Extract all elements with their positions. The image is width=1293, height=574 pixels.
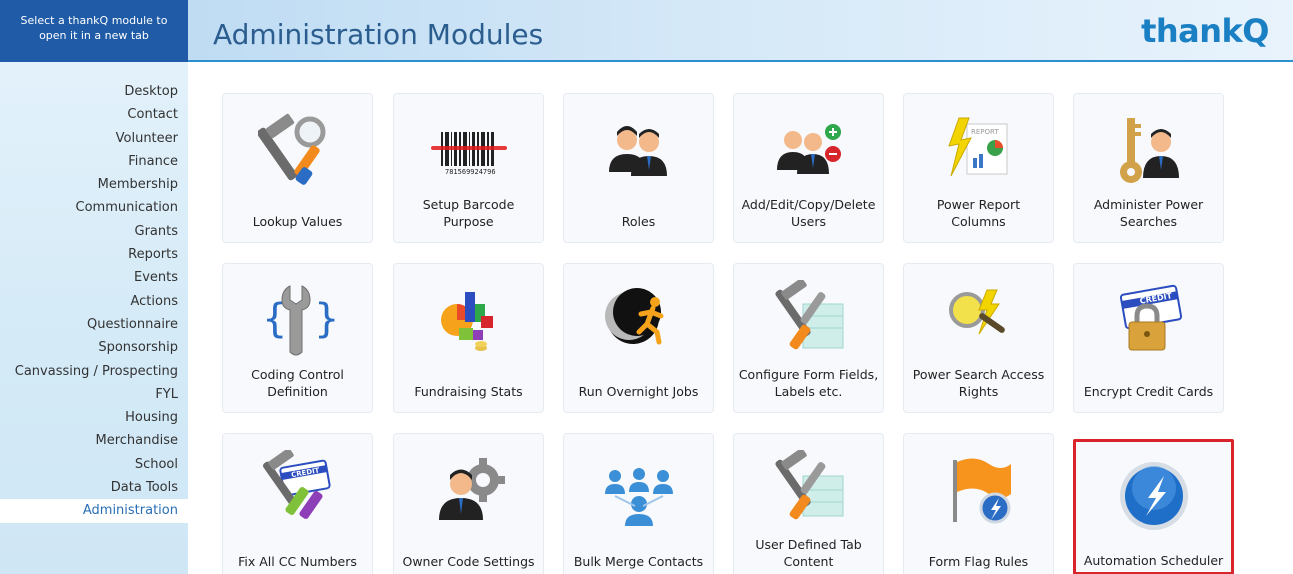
sidebar-item-events[interactable]: Events [0, 266, 188, 289]
sidebar-item-finance[interactable]: Finance [0, 150, 188, 173]
sidebar-item-fyl[interactable]: FYL [0, 383, 188, 406]
credit-card-tools-icon: CREDIT [262, 450, 331, 519]
tile-label: Lookup Values [252, 214, 343, 229]
search-key-icon [949, 289, 1005, 335]
tools-tab-icon [775, 450, 844, 520]
barcode-number: 781569924796 [445, 168, 496, 176]
tile-user-defined-tab-content[interactable]: User Defined Tab Content [733, 433, 884, 574]
tile-label: Form Flag Rules [928, 554, 1029, 569]
flag-scheduler-icon [953, 458, 1011, 524]
module-grid: Lookup Values 781569924796 Setup Barcode… [222, 93, 1234, 574]
users-add-remove-icon [777, 124, 841, 174]
moon-runner-icon [605, 288, 664, 345]
barcode-icon: 781569924796 [431, 132, 507, 176]
power-report-icon: REPORT [948, 117, 1008, 177]
people-icon [609, 126, 667, 176]
tools-form-icon [775, 280, 844, 350]
tile-label: Fix All CC Numbers [238, 554, 357, 569]
tile-add-edit-users[interactable]: Add/Edit/Copy/Delete Users [733, 93, 884, 243]
sidebar-item-reports[interactable]: Reports [0, 243, 188, 266]
tile-label: Power Search Access Rights [912, 367, 1045, 399]
tile-label: Fundraising Stats [414, 384, 523, 399]
lightning-orb-icon [1120, 462, 1188, 530]
tile-label: Run Overnight Jobs [578, 384, 699, 399]
tile-fundraising-stats[interactable]: Fundraising Stats [393, 263, 544, 413]
sidebar-list: Desktop Contact Volunteer Finance Member… [0, 80, 188, 523]
tile-bulk-merge-contacts[interactable]: Bulk Merge Contacts [563, 433, 714, 574]
tile-form-flag-rules[interactable]: Form Flag Rules [903, 433, 1054, 574]
tile-administer-power-searches[interactable]: Administer Power Searches [1073, 93, 1224, 243]
svg-text:}: } [314, 296, 338, 342]
sidebar-item-housing[interactable]: Housing [0, 406, 188, 429]
tile-roles[interactable]: Roles [563, 93, 714, 243]
sidebar-item-school[interactable]: School [0, 453, 188, 476]
user-gear-icon [439, 458, 505, 520]
report-text: REPORT [971, 128, 999, 136]
tile-label: Configure Form Fields, Labels etc. [738, 367, 879, 399]
tile-label: Encrypt Credit Cards [1083, 384, 1214, 399]
sidebar-header: Select a thankQ module to open it in a n… [0, 0, 188, 62]
sidebar-item-contact[interactable]: Contact [0, 103, 188, 126]
sidebar-item-sponsorship[interactable]: Sponsorship [0, 336, 188, 359]
tile-label: User Defined Tab Content [755, 537, 862, 569]
tile-fix-all-cc-numbers[interactable]: CREDIT Fix All CC Numbers [222, 433, 373, 574]
sidebar-item-data-tools[interactable]: Data Tools [0, 476, 188, 499]
tile-lookup-values[interactable]: Lookup Values [222, 93, 373, 243]
page-title: Administration Modules [213, 18, 544, 51]
credit-card-lock-icon: CREDIT [1119, 284, 1183, 351]
tile-power-report-columns[interactable]: REPORT Power Report Columns [903, 93, 1054, 243]
sidebar-item-desktop[interactable]: Desktop [0, 80, 188, 103]
sidebar-item-volunteer[interactable]: Volunteer [0, 127, 188, 150]
tile-label: Coding Control Definition [251, 367, 344, 399]
tile-label: Roles [621, 214, 656, 229]
sidebar-item-administration[interactable]: Administration [0, 499, 188, 523]
tile-label: Setup Barcode Purpose [422, 197, 515, 229]
hammer-screwdriver-magnifier-icon [258, 113, 326, 185]
merge-people-icon [605, 468, 673, 526]
page-header: Administration Modules thankQ [188, 0, 1293, 62]
sidebar-item-merchandise[interactable]: Merchandise [0, 429, 188, 452]
tile-encrypt-credit-cards[interactable]: CREDIT Encrypt Credit Cards [1073, 263, 1224, 413]
tile-configure-form-fields[interactable]: Configure Form Fields, Labels etc. [733, 263, 884, 413]
sidebar-item-questionnaire[interactable]: Questionnaire [0, 313, 188, 336]
sidebar-item-grants[interactable]: Grants [0, 220, 188, 243]
thankq-logo: thankQ [1141, 12, 1269, 50]
tile-automation-scheduler[interactable]: Automation Scheduler [1073, 439, 1234, 574]
tile-owner-code-settings[interactable]: Owner Code Settings [393, 433, 544, 574]
tile-label: Power Report Columns [936, 197, 1021, 229]
tile-label: Administer Power Searches [1093, 197, 1204, 229]
chart-cubes-icon [441, 292, 493, 351]
tile-label: Automation Scheduler [1083, 553, 1224, 568]
tile-run-overnight-jobs[interactable]: Run Overnight Jobs [563, 263, 714, 413]
tile-label: Bulk Merge Contacts [573, 554, 704, 569]
key-user-icon [1120, 118, 1179, 183]
sidebar-item-canvassing[interactable]: Canvassing / Prospecting [0, 360, 188, 383]
tile-label: Add/Edit/Copy/Delete Users [741, 197, 876, 229]
tile-label: Owner Code Settings [402, 554, 535, 569]
wrench-braces-icon: { } [262, 285, 338, 356]
sidebar-item-actions[interactable]: Actions [0, 290, 188, 313]
tile-coding-control-definition[interactable]: { } Coding Control Definition [222, 263, 373, 413]
sidebar-item-membership[interactable]: Membership [0, 173, 188, 196]
tile-setup-barcode-purpose[interactable]: 781569924796 Setup Barcode Purpose [393, 93, 544, 243]
module-sidebar: Select a thankQ module to open it in a n… [0, 0, 188, 574]
sidebar-item-communication[interactable]: Communication [0, 196, 188, 219]
tile-power-search-access-rights[interactable]: Power Search Access Rights [903, 263, 1054, 413]
